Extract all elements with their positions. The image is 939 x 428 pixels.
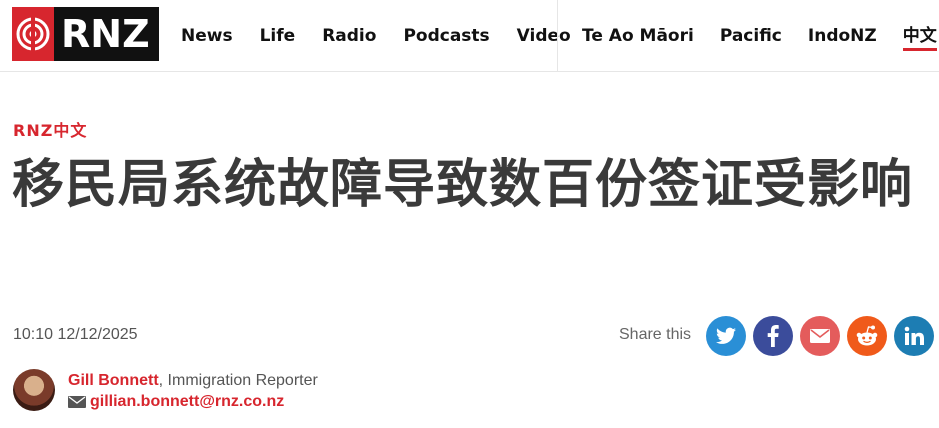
author-byline: Gill Bonnett, Immigration Reporter	[68, 372, 318, 390]
nav-item-radio[interactable]: Radio	[322, 26, 376, 46]
author-avatar[interactable]	[13, 369, 55, 411]
author-role: , Immigration Reporter	[158, 372, 318, 389]
section-tag[interactable]: RNZ中文	[13, 117, 87, 141]
nav-item-chinese[interactable]: 中文	[902, 21, 937, 51]
nav-divider	[557, 0, 558, 72]
twitter-icon	[716, 327, 736, 344]
share-reddit-button[interactable]	[847, 316, 887, 356]
nav-item-indonz[interactable]: IndoNZ	[808, 26, 877, 46]
rnz-logo[interactable]: RNZ	[12, 7, 159, 61]
author-name-link[interactable]: Gill Bonnett	[68, 372, 159, 389]
share-facebook-button[interactable]	[753, 316, 793, 356]
nav-item-news[interactable]: News	[181, 26, 233, 46]
share-email-button[interactable]	[800, 316, 840, 356]
nav-item-life[interactable]: Life	[260, 26, 296, 46]
nav-item-video[interactable]: Video	[517, 26, 571, 46]
rnz-logo-mark-icon	[12, 7, 54, 61]
site-header: RNZ News Life Radio Podcasts Video Te Ao…	[0, 0, 939, 72]
linkedin-icon	[904, 326, 924, 345]
secondary-nav: Te Ao Māori Pacific IndoNZ 中文	[582, 0, 939, 72]
facebook-icon	[767, 325, 779, 347]
article-headline: 移民局系统故障导致数百份签证受影响	[12, 155, 914, 215]
nav-item-podcasts[interactable]: Podcasts	[403, 26, 489, 46]
nav-item-pacific[interactable]: Pacific	[720, 26, 782, 46]
nav-item-te-ao-maori[interactable]: Te Ao Māori	[582, 26, 694, 46]
share-linkedin-button[interactable]	[894, 316, 934, 356]
logo-text: RNZ	[61, 12, 150, 56]
mail-icon	[68, 396, 86, 408]
author-email-line: gillian.bonnett@rnz.co.nz	[68, 393, 284, 411]
article-timestamp: 10:10 12/12/2025	[13, 326, 138, 343]
author-email-link[interactable]: gillian.bonnett@rnz.co.nz	[90, 393, 284, 411]
share-label: Share this	[619, 326, 692, 343]
email-icon	[810, 329, 830, 343]
share-twitter-button[interactable]	[706, 316, 746, 356]
primary-nav: News Life Radio Podcasts Video	[181, 0, 598, 72]
reddit-icon	[856, 325, 878, 346]
